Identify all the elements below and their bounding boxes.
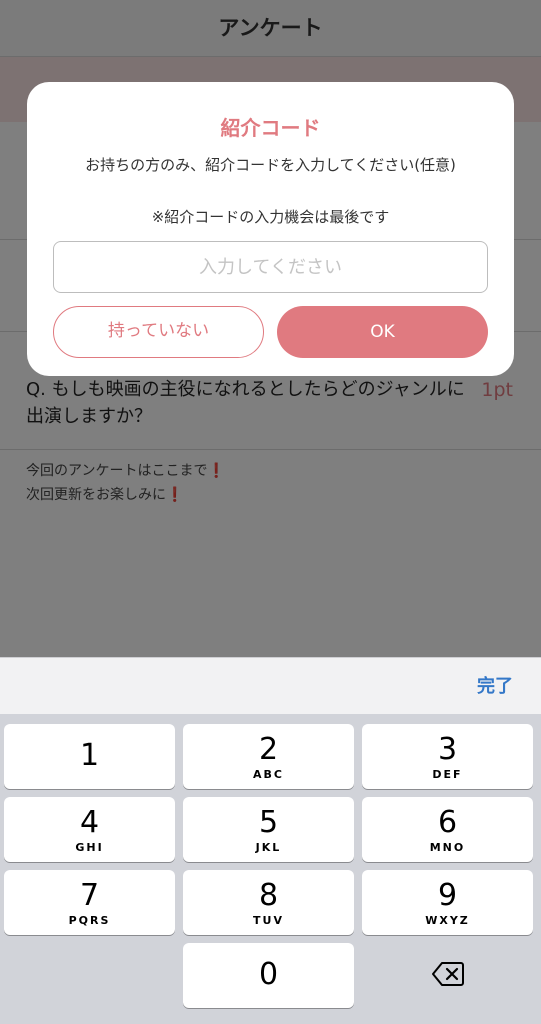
- key-digit: 8: [258, 878, 279, 913]
- no-code-button[interactable]: 持っていない: [53, 306, 264, 358]
- key-9[interactable]: 9 WXYZ: [362, 870, 533, 935]
- referral-code-dialog: 紹介コード お持ちの方のみ、紹介コードを入力してください(任意) ※紹介コードの…: [27, 82, 514, 376]
- key-digit: 5: [258, 805, 279, 840]
- keyboard-toolbar: 完了: [0, 657, 541, 714]
- done-button[interactable]: 完了: [477, 658, 513, 715]
- key-4[interactable]: 4 GHI: [4, 797, 175, 862]
- key-3[interactable]: 3 DEF: [362, 724, 533, 789]
- key-letters: ABC: [253, 768, 284, 781]
- key-2[interactable]: 2 ABC: [183, 724, 354, 789]
- ok-button[interactable]: OK: [277, 306, 488, 358]
- key-5[interactable]: 5 JKL: [183, 797, 354, 862]
- key-digit: 1: [79, 738, 100, 773]
- key-digit: 3: [437, 732, 458, 767]
- key-digit: 6: [437, 805, 458, 840]
- key-6[interactable]: 6 MNO: [362, 797, 533, 862]
- key-letters: WXYZ: [425, 914, 470, 927]
- key-1[interactable]: 1: [4, 724, 175, 789]
- key-0[interactable]: 0: [183, 943, 354, 1008]
- key-letters: GHI: [75, 841, 104, 854]
- delete-key[interactable]: [362, 943, 533, 1008]
- key-digit: 9: [437, 878, 458, 913]
- dialog-message: お持ちの方のみ、紹介コードを入力してください(任意): [85, 156, 456, 174]
- key-letters: MNO: [429, 841, 466, 854]
- key-letters: PQRS: [68, 914, 111, 927]
- referral-code-input[interactable]: [53, 241, 488, 293]
- numeric-keypad: 1 2 ABC 3 DEF 4 GHI 5 JKL 6 MNO 7 PQRS 8…: [0, 714, 541, 1024]
- key-digit: 2: [258, 732, 279, 767]
- backspace-icon: [431, 962, 464, 986]
- key-digit: 4: [79, 805, 100, 840]
- key-letters: DEF: [432, 768, 463, 781]
- dialog-title: 紹介コード: [220, 116, 321, 140]
- dialog-note: ※紹介コードの入力機会は最後です: [151, 208, 390, 226]
- key-8[interactable]: 8 TUV: [183, 870, 354, 935]
- key-digit: 0: [258, 957, 279, 992]
- key-digit: 7: [79, 878, 100, 913]
- key-7[interactable]: 7 PQRS: [4, 870, 175, 935]
- key-letters: JKL: [255, 841, 282, 854]
- key-letters: TUV: [253, 914, 284, 927]
